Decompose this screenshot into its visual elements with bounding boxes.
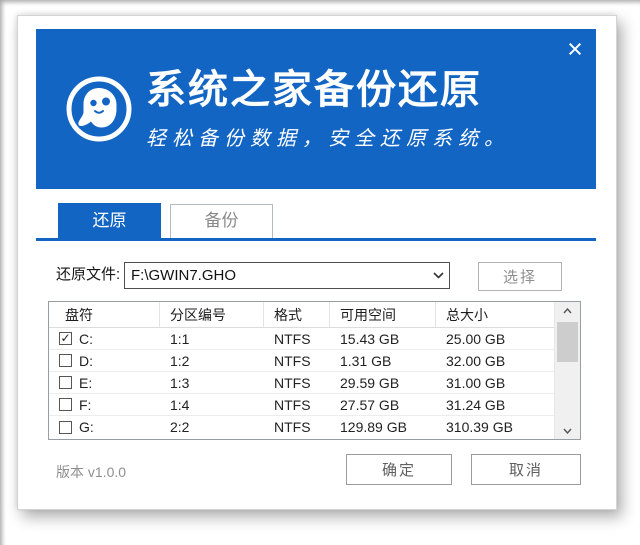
format: NTFS	[264, 331, 330, 347]
restore-file-combobox[interactable]: F:\GWIN7.GHO	[124, 262, 450, 289]
col-header-partition: 分区编号	[160, 302, 264, 327]
col-header-format: 格式	[264, 302, 330, 327]
table-header-row: 盘符 分区编号 格式 可用空间 总大小	[49, 302, 554, 328]
brand-block: 系统之家备份还原 轻松备份数据，安全还原系统。	[146, 67, 510, 151]
partition-number: 1:2	[160, 353, 264, 369]
scroll-up-icon[interactable]	[555, 302, 580, 319]
drive-letter: F:	[79, 397, 91, 413]
partition-table-body: 盘符 分区编号 格式 可用空间 总大小 C: 1:1 NTFS 15.43 GB…	[49, 302, 554, 439]
restore-file-label: 还原文件:	[56, 260, 120, 290]
partition-number: 1:4	[160, 397, 264, 413]
scrollbar-track[interactable]	[555, 319, 580, 422]
partition-number: 1:1	[160, 331, 264, 347]
col-header-free-space: 可用空间	[330, 302, 436, 327]
drive-letter: C:	[79, 331, 93, 347]
row-checkbox[interactable]	[59, 354, 72, 367]
header-banner: × 系统之家备份还原 轻松备份数据，安全还原系统。	[36, 29, 596, 189]
format: NTFS	[264, 375, 330, 391]
free-space: 15.43 GB	[330, 331, 436, 347]
row-checkbox[interactable]	[59, 421, 72, 434]
total-size: 25.00 GB	[436, 331, 554, 347]
cancel-button[interactable]: 取消	[471, 454, 581, 485]
format: NTFS	[264, 397, 330, 413]
total-size: 310.39 GB	[436, 419, 554, 435]
free-space: 129.89 GB	[330, 419, 436, 435]
partition-row-f[interactable]: F: 1:4 NTFS 27.57 GB 31.24 GB	[49, 394, 554, 416]
drive-letter: G:	[79, 419, 94, 435]
ok-button[interactable]: 确定	[346, 454, 452, 485]
chevron-down-icon[interactable]	[427, 272, 449, 279]
row-checkbox[interactable]	[59, 376, 72, 389]
version-label: 版本 v1.0.0	[56, 462, 126, 482]
partition-row-d[interactable]: D: 1:2 NTFS 1.31 GB 32.00 GB	[49, 350, 554, 372]
tab-underline	[36, 238, 596, 241]
free-space: 27.57 GB	[330, 397, 436, 413]
scrollbar-thumb[interactable]	[557, 322, 578, 362]
free-space: 1.31 GB	[330, 353, 436, 369]
drive-letter: E:	[79, 375, 92, 391]
format: NTFS	[264, 419, 330, 435]
tab-restore[interactable]: 还原	[58, 203, 161, 238]
restore-file-value: F:\GWIN7.GHO	[125, 267, 427, 284]
format: NTFS	[264, 353, 330, 369]
total-size: 31.24 GB	[436, 397, 554, 413]
scroll-down-icon[interactable]	[555, 422, 580, 439]
partition-table: 盘符 分区编号 格式 可用空间 总大小 C: 1:1 NTFS 15.43 GB…	[48, 301, 581, 440]
app-subtitle: 轻松备份数据，安全还原系统。	[146, 122, 510, 151]
table-scrollbar[interactable]	[554, 302, 580, 439]
total-size: 32.00 GB	[436, 353, 554, 369]
select-file-button[interactable]: 选择	[478, 262, 562, 291]
app-title: 系统之家备份还原	[146, 67, 510, 113]
tab-backup[interactable]: 备份	[170, 204, 273, 238]
backup-restore-window: × 系统之家备份还原 轻松备份数据，安全还原系统。 还原 备份 还原文件: F:…	[17, 15, 617, 510]
close-icon[interactable]: ×	[562, 37, 588, 63]
partition-row-e[interactable]: E: 1:3 NTFS 29.59 GB 31.00 GB	[49, 372, 554, 394]
col-header-total-size: 总大小	[436, 302, 554, 327]
ghost-logo-icon	[65, 75, 133, 143]
drive-letter: D:	[79, 353, 93, 369]
row-checkbox[interactable]	[59, 332, 72, 345]
row-checkbox[interactable]	[59, 398, 72, 411]
free-space: 29.59 GB	[330, 375, 436, 391]
col-header-drive: 盘符	[49, 302, 160, 327]
partition-number: 1:3	[160, 375, 264, 391]
partition-row-g[interactable]: G: 2:2 NTFS 129.89 GB 310.39 GB	[49, 416, 554, 438]
partition-number: 2:2	[160, 419, 264, 435]
partition-row-c[interactable]: C: 1:1 NTFS 15.43 GB 25.00 GB	[49, 328, 554, 350]
total-size: 31.00 GB	[436, 375, 554, 391]
